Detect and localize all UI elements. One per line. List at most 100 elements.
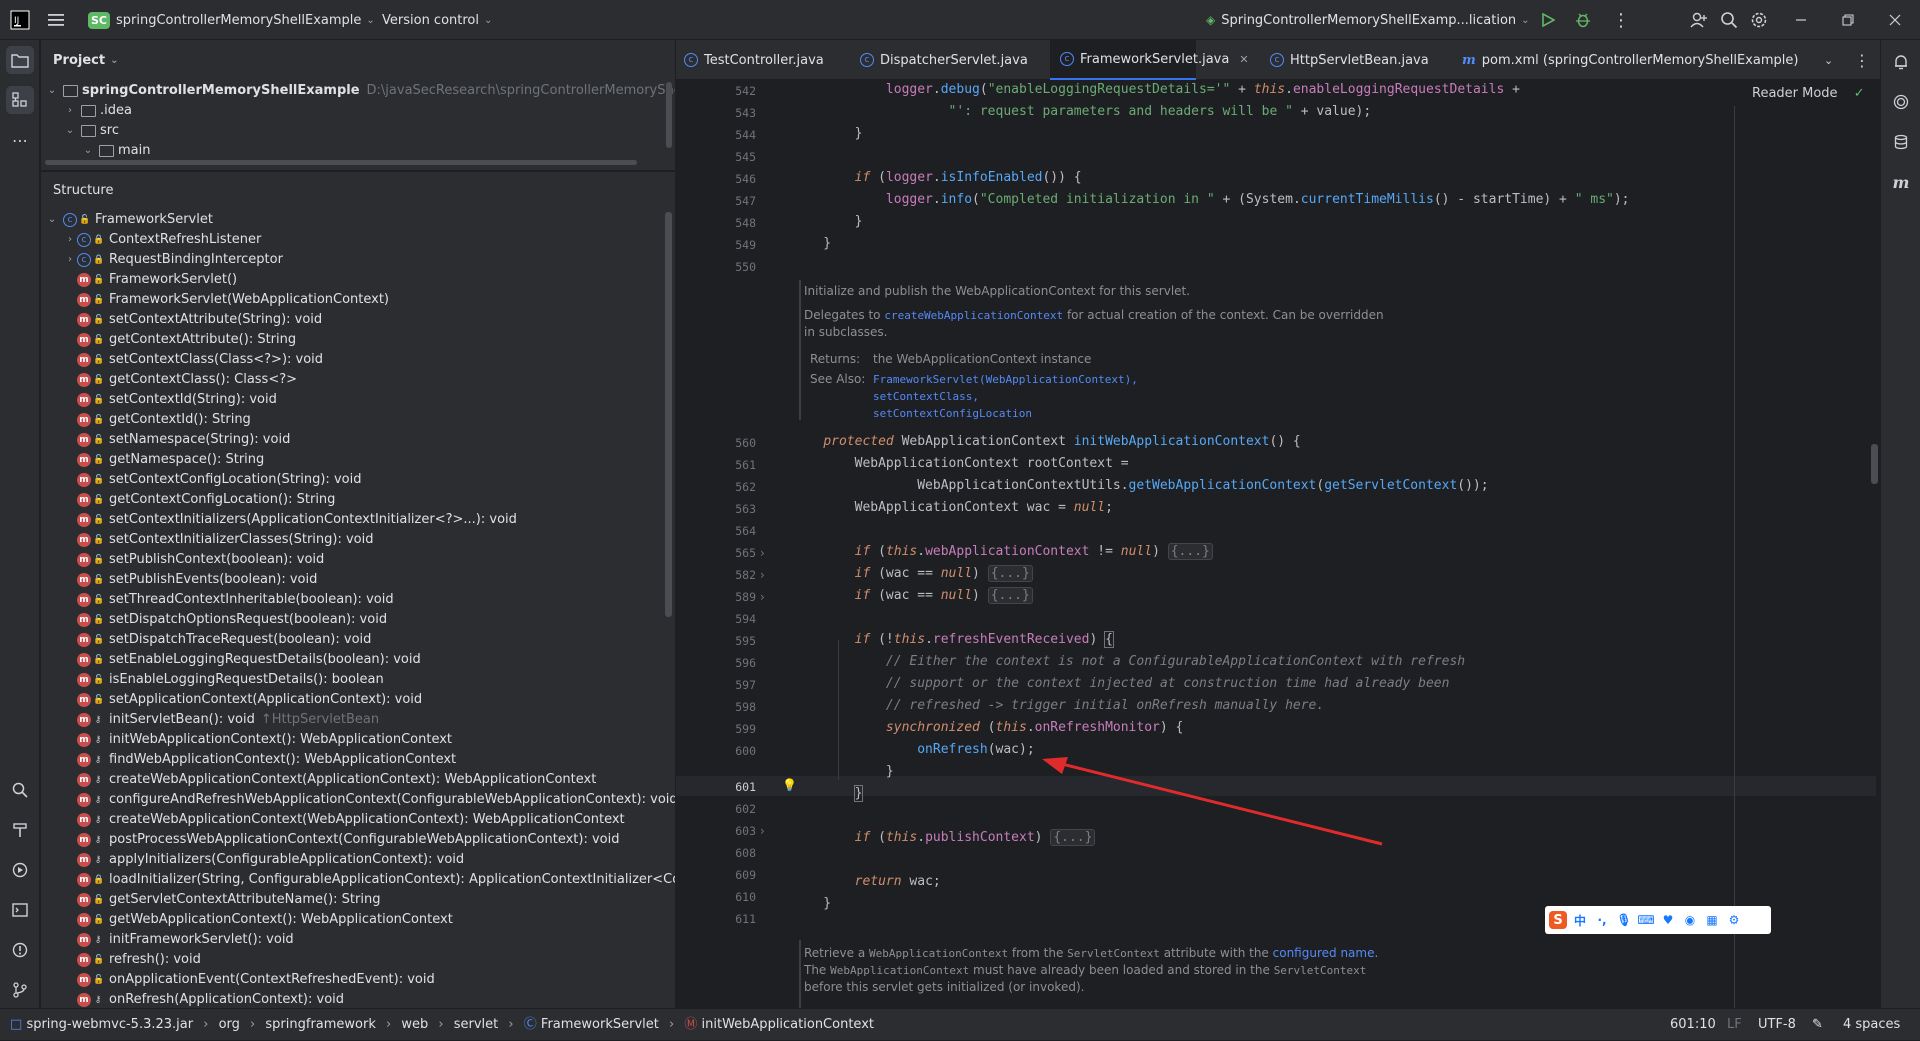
build-hammer-icon[interactable] (6, 816, 34, 844)
breadcrumb-item[interactable]: servlet (454, 1017, 499, 1032)
search-icon[interactable] (1720, 0, 1738, 40)
structure-method-row[interactable]: m ⚷ applyInitializers(ConfigurableApplicat… (77, 850, 464, 870)
tabs-overflow-chevron-down-icon[interactable]: ⌄ (1824, 40, 1833, 80)
ime-keyboard-icon[interactable]: ⌨ (1637, 911, 1655, 929)
structure-method-row[interactable]: m ⚷ createWebApplicationContext(Applicatio… (77, 770, 596, 790)
structure-method-row[interactable]: m 🔓 getContextAttribute(): String (77, 330, 296, 350)
tab-pom-xml[interactable]: m pom.xml (springControllerMemoryShellEx… (1462, 40, 1798, 80)
debug-icon[interactable] (1575, 0, 1591, 40)
more-tools-icon[interactable]: ⋯ (6, 126, 34, 154)
structure-method-row[interactable]: m 🔓 setContextInitializers(ApplicationCont… (77, 510, 517, 530)
structure-method-row[interactable]: m 🔓 FrameworkServlet(WebApplicationContext… (77, 290, 389, 310)
structure-method-row[interactable]: m ⚷ configureAndRefreshWebApplicationConte… (77, 790, 675, 810)
structure-method-row[interactable]: m 🔓 setApplicationContext(ApplicationConte… (77, 690, 422, 710)
structure-tool-icon[interactable] (6, 86, 34, 114)
structure-method-row[interactable]: m ⚷ postProcessWebApplicationContext(Confi… (77, 830, 620, 850)
structure-vertical-scrollbar[interactable] (665, 212, 672, 617)
indent-setting[interactable]: 4 spaces (1843, 1009, 1900, 1041)
structure-method-row[interactable]: m 🔓 getWebApplicationContext(): WebApplica… (77, 910, 453, 930)
structure-method-row[interactable]: m 🔓 setContextInitializerClasses(String): … (77, 530, 373, 550)
structure-method-row[interactable]: m 🔒 loadInitializer(String, ConfigurableAp… (77, 870, 675, 890)
terminal-icon[interactable] (6, 896, 34, 924)
structure-root-row[interactable]: ⌄ c 🔓 FrameworkServlet (45, 210, 213, 230)
line-separator[interactable]: LF (1727, 1009, 1742, 1041)
structure-method-row[interactable]: m 🔓 setContextConfigLocation(String): void (77, 470, 361, 490)
structure-method-row[interactable]: m 🔓 getContextClass(): Class<?> (77, 370, 297, 390)
problems-warning-icon[interactable] (6, 936, 34, 964)
structure-method-row[interactable]: m 🔓 FrameworkServlet() (77, 270, 237, 290)
run-config-selector[interactable]: ◈ SpringControllerMemoryShellExamp...lic… (1206, 0, 1530, 40)
tabs-more-icon[interactable]: ⋮ (1854, 40, 1870, 80)
chevron-right-icon[interactable]: › (63, 230, 77, 250)
structure-method-row[interactable]: m 🔓 setPublishContext(boolean): void (77, 550, 324, 570)
structure-method-row[interactable]: m 🔓 setDispatchTraceRequest(boolean): void (77, 630, 371, 650)
breadcrumb-item[interactable]: initWebApplicationContext (702, 1017, 874, 1032)
ime-punctuation-icon[interactable]: ·, (1593, 911, 1611, 929)
tree-item-main[interactable]: ⌄ main (81, 141, 151, 161)
structure-method-row[interactable]: m 🔓 setContextId(String): void (77, 390, 277, 410)
breadcrumb-item[interactable]: FrameworkServlet (541, 1017, 659, 1032)
structure-method-row[interactable]: m ⚷ initFrameworkServlet(): void (77, 930, 294, 950)
structure-method-row[interactable]: m ⚷ initServletBean(): void ↑HttpServletBea… (77, 710, 379, 730)
structure-method-row[interactable]: m 🔓 getContextId(): String (77, 410, 251, 430)
project-panel-header[interactable]: Project ⌄ (41, 40, 675, 80)
structure-method-row[interactable]: m 🔓 setContextClass(Class<?>): void (77, 350, 323, 370)
project-horizontal-scrollbar[interactable] (45, 160, 637, 165)
structure-method-row[interactable]: m 🔓 setDispatchOptionsRequest(boolean): vo… (77, 610, 387, 630)
code-editor[interactable]: Reader Mode ✓ 542 543 544 545 546 547 54… (676, 80, 1880, 1008)
breadcrumb-item[interactable]: web (401, 1017, 428, 1032)
project-vertical-scrollbar[interactable] (666, 82, 672, 148)
find-tool-search-icon[interactable] (6, 776, 34, 804)
structure-method-row[interactable]: m 🔓 onApplicationEvent(ContextRefreshedEve… (77, 970, 435, 990)
tab-httpservletbean[interactable]: c HttpServletBean.java (1270, 40, 1429, 80)
structure-method-row[interactable]: m ⚷ findWebApplicationContext(): WebApplic… (77, 750, 456, 770)
structure-inner-class-row[interactable]: › c 🔒 RequestBindingInterceptor (63, 250, 283, 270)
structure-method-row[interactable]: m 🔓 setContextAttribute(String): void (77, 310, 322, 330)
run-icon[interactable] (1541, 0, 1555, 40)
breadcrumb-item[interactable]: spring-webmvc-5.3.23.jar (26, 1017, 193, 1032)
structure-method-row[interactable]: m 🔓 setThreadContextInheritable(boolean): … (77, 590, 394, 610)
structure-method-row[interactable]: m 🔓 setNamespace(String): void (77, 430, 290, 450)
more-actions-icon[interactable]: ⋮ (1612, 0, 1630, 40)
add-user-icon[interactable] (1690, 0, 1708, 40)
structure-method-row[interactable]: m ⚷ createWebApplicationContext(WebApplica… (77, 810, 625, 830)
vcs-menu[interactable]: Version control ⌄ (382, 0, 492, 40)
editor-vertical-scrollbar[interactable] (1871, 444, 1878, 484)
database-icon[interactable] (1887, 128, 1915, 156)
read-only-pencil-icon[interactable]: ✎ (1812, 1009, 1823, 1041)
ime-microphone-icon[interactable]: 🎙 (1615, 911, 1633, 929)
ime-games-icon[interactable]: ◉ (1681, 911, 1699, 929)
caret-position[interactable]: 601:10 (1670, 1009, 1716, 1041)
tree-item-idea[interactable]: › .idea (63, 101, 132, 121)
services-play-icon[interactable] (6, 856, 34, 884)
structure-method-row[interactable]: m 🔓 getContextConfigLocation(): String (77, 490, 335, 510)
ime-toolbar[interactable]: S 中 ·, 🎙 ⌨ ♥ ◉ ▦ ⚙ (1545, 906, 1771, 934)
tab-close-icon[interactable]: ✕ (1239, 53, 1248, 66)
ime-settings-icon[interactable]: ⚙ (1725, 911, 1743, 929)
ime-skin-icon[interactable]: ♥ (1659, 911, 1677, 929)
structure-method-row[interactable]: m 🔓 getServletContextAttributeName(): Stri… (77, 890, 380, 910)
tree-item-src[interactable]: ⌄ src (63, 121, 119, 141)
main-menu-icon[interactable] (48, 0, 66, 40)
project-tool-folder-icon[interactable] (6, 46, 34, 74)
structure-method-row[interactable]: m ⚷ initWebApplicationContext(): WebApplic… (77, 730, 452, 750)
app-logo-icon[interactable]: IJ (10, 0, 30, 40)
tab-testcontroller[interactable]: c TestController.java (684, 40, 824, 80)
structure-method-row[interactable]: m 🔓 setEnableLoggingRequestDetails(boolean… (77, 650, 421, 670)
tab-dispatcherservlet[interactable]: c DispatcherServlet.java (860, 40, 1028, 80)
chevron-right-icon[interactable]: › (63, 250, 77, 270)
ime-apps-grid-icon[interactable]: ▦ (1703, 911, 1721, 929)
ime-language-toggle[interactable]: 中 (1571, 911, 1589, 929)
git-branch-icon[interactable] (6, 976, 34, 1004)
structure-method-row[interactable]: m 🔓 getNamespace(): String (77, 450, 264, 470)
minimize-icon[interactable] (1795, 0, 1807, 40)
ime-logo-icon[interactable]: S (1549, 911, 1567, 929)
maven-m-icon[interactable]: m (1887, 168, 1915, 196)
notifications-bell-icon[interactable] (1887, 48, 1915, 76)
structure-method-row[interactable]: m 🔓 setPublishEvents(boolean): void (77, 570, 317, 590)
tab-frameworkservlet[interactable]: c FrameworkServlet.java ✕ (1050, 40, 1249, 80)
structure-method-row[interactable]: m 🔓 isEnableLoggingRequestDetails(): boole… (77, 670, 384, 690)
structure-method-row[interactable]: m ⚷ onRefresh(ApplicationContext): void (77, 990, 344, 1009)
close-icon[interactable] (1889, 0, 1901, 40)
file-encoding[interactable]: UTF-8 (1758, 1009, 1796, 1041)
